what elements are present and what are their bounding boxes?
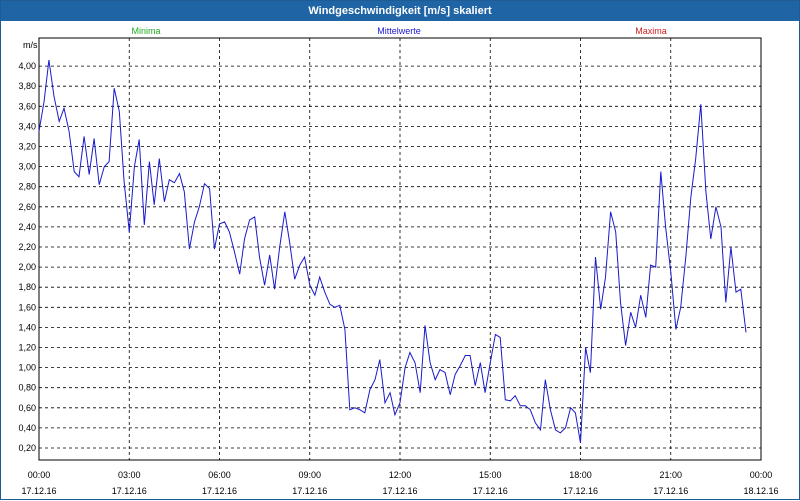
y-tick-label: 1,00 <box>18 363 36 373</box>
x-tick-time: 03:00 <box>118 470 141 480</box>
y-axis-unit-label: m/s <box>23 40 38 50</box>
y-tick-label: 0,20 <box>18 443 36 453</box>
x-tick-date: 17.12.16 <box>202 486 237 496</box>
x-tick-date: 17.12.16 <box>473 486 508 496</box>
y-tick-label: 1,80 <box>18 282 36 292</box>
y-tick-label: 1,20 <box>18 343 36 353</box>
x-tick-date: 17.12.16 <box>292 486 327 496</box>
y-tick-label: 2,20 <box>18 242 36 252</box>
x-tick-date: 17.12.16 <box>382 486 417 496</box>
grid-lines <box>39 38 761 460</box>
x-tick-date: 17.12.16 <box>653 486 688 496</box>
y-tick-label: 3,40 <box>18 121 36 131</box>
chart-window: Windgeschwindigkeit [m/s] skaliert 0,20 0… <box>0 0 800 500</box>
chart-area: 0,20 0,40 0,60 0,80 1,00 1,20 1,40 1,60 1,80 2,00… <box>18 26 778 496</box>
x-axis-ticks: 00:00 17.12.16 03:00 17.12.16 06:00 17.12.16 0… <box>21 470 778 496</box>
y-tick-label: 1,40 <box>18 322 36 332</box>
x-tick-date: 17.12.16 <box>112 486 147 496</box>
x-tick-time: 18:00 <box>569 470 592 480</box>
legend-mittelwerte: Mittelwerte <box>377 26 421 36</box>
series-line-mittelwerte <box>38 60 747 444</box>
y-tick-label: 3,20 <box>18 142 36 152</box>
x-tick-time: 09:00 <box>298 470 321 480</box>
y-tick-label: 0,60 <box>18 403 36 413</box>
y-tick-label: 0,40 <box>18 423 36 433</box>
y-tick-label: 2,40 <box>18 222 36 232</box>
x-tick-time: 21:00 <box>659 470 682 480</box>
y-axis-ticks: 0,20 0,40 0,60 0,80 1,00 1,20 1,40 1,60 1,80 2,00… <box>18 61 36 453</box>
x-tick-date: 17.12.16 <box>21 486 56 496</box>
y-tick-label: 4,00 <box>18 61 36 71</box>
series-group <box>38 60 747 444</box>
x-tick-time: 06:00 <box>208 470 231 480</box>
x-tick-time: 00:00 <box>750 470 773 480</box>
x-tick-time: 15:00 <box>479 470 502 480</box>
y-tick-label: 3,60 <box>18 101 36 111</box>
x-tick-time: 00:00 <box>28 470 51 480</box>
y-tick-label: 1,60 <box>18 302 36 312</box>
y-tick-label: 0,80 <box>18 383 36 393</box>
y-tick-label: 3,00 <box>18 162 36 172</box>
legend-minima: Minima <box>131 26 160 36</box>
x-tick-date: 17.12.16 <box>563 486 598 496</box>
y-tick-label: 2,80 <box>18 182 36 192</box>
y-tick-label: 2,00 <box>18 262 36 272</box>
x-tick-date: 18.12.16 <box>743 486 778 496</box>
y-tick-label: 2,60 <box>18 202 36 212</box>
x-tick-time: 12:00 <box>389 470 412 480</box>
legend-maxima: Maxima <box>635 26 667 36</box>
y-tick-label: 3,80 <box>18 81 36 91</box>
